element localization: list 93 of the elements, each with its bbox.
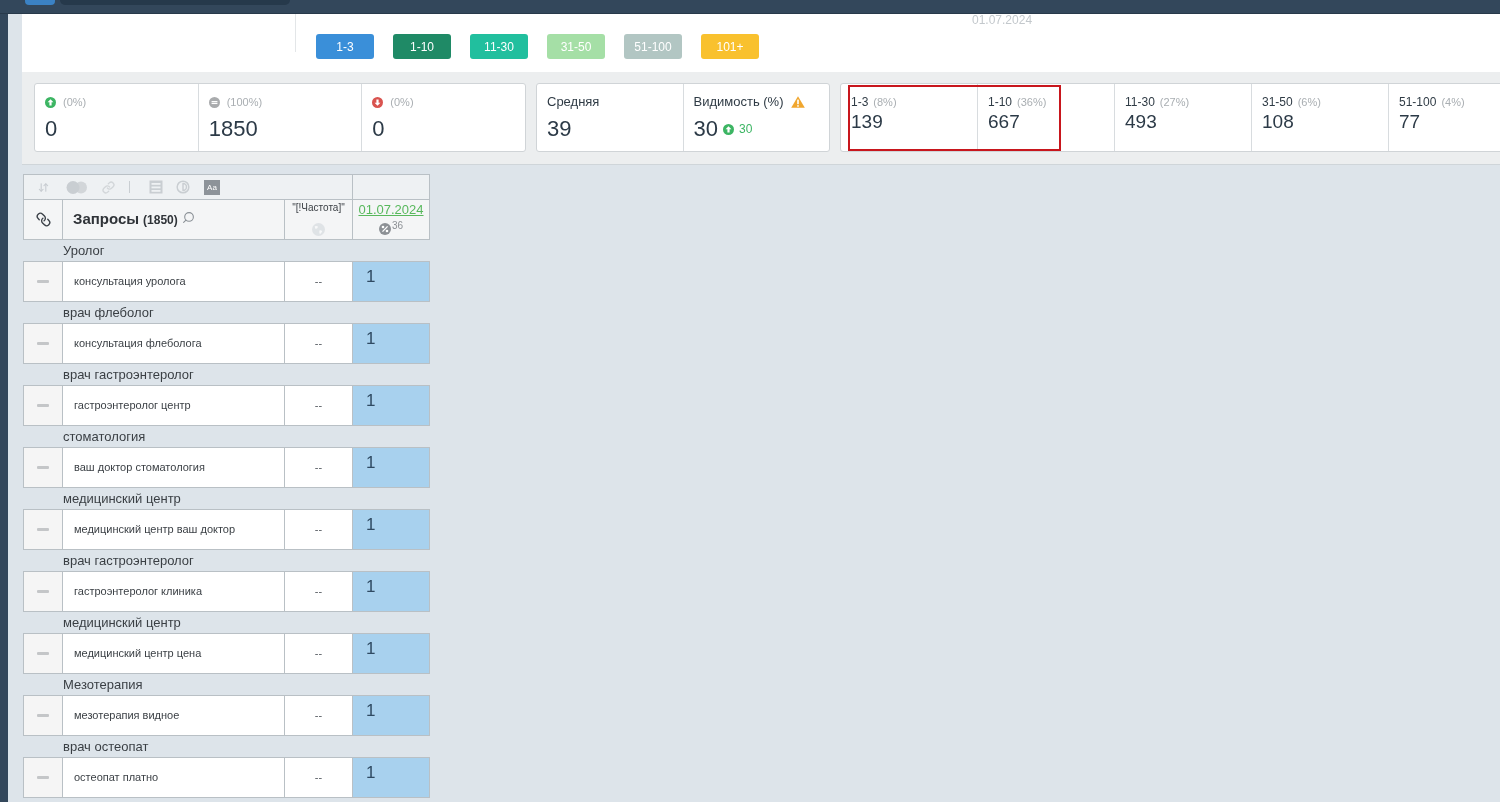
table-cell: ваш доктор стоматология bbox=[63, 448, 284, 487]
minus-icon[interactable] bbox=[37, 466, 49, 469]
table-cell: медицинский центр цена bbox=[63, 634, 284, 673]
table-cell: -- bbox=[285, 696, 352, 735]
minus-icon[interactable] bbox=[37, 528, 49, 531]
date-link[interactable]: 01.07.2024 bbox=[358, 202, 424, 218]
table-cell: остеопат платно bbox=[63, 758, 284, 797]
position-cell: 1 bbox=[353, 634, 429, 673]
count-value: 0 bbox=[372, 116, 385, 142]
sort-icon[interactable] bbox=[38, 181, 49, 193]
position-cell: 1 bbox=[353, 386, 429, 425]
count-value: 493 bbox=[1125, 111, 1157, 133]
position-cell: 1 bbox=[353, 262, 429, 301]
percent-label: (4%) bbox=[1441, 95, 1465, 109]
range-label: 31-50 bbox=[1262, 95, 1293, 109]
range-label: 1-3 bbox=[851, 95, 869, 109]
percent-label: (0%) bbox=[63, 95, 87, 109]
count-value: 667 bbox=[988, 111, 1020, 133]
table-cell: -- bbox=[285, 758, 352, 797]
link-icon[interactable] bbox=[35, 212, 51, 227]
column-title: Запросы bbox=[73, 209, 140, 230]
text-style-button[interactable]: Aa bbox=[204, 179, 220, 195]
column-title: "[!Частота]" bbox=[292, 202, 345, 214]
range-label: 1-10 bbox=[988, 95, 1013, 109]
range-button[interactable]: 51-100 bbox=[624, 34, 682, 59]
table-cell: -- bbox=[285, 324, 352, 363]
range-button[interactable]: 11-30 bbox=[470, 34, 528, 59]
minus-icon[interactable] bbox=[37, 280, 49, 283]
search-icon[interactable] bbox=[181, 211, 195, 224]
table-cell: -- bbox=[285, 510, 352, 549]
range-label: 51-100 bbox=[1399, 95, 1437, 109]
position-cell: 1 bbox=[353, 572, 429, 611]
count-value: 1850 bbox=[208, 116, 258, 142]
percent-label: (0%) bbox=[390, 95, 414, 109]
percent-label: (100%) bbox=[226, 95, 263, 109]
position-cell: 1 bbox=[353, 696, 429, 735]
table-cell: -- bbox=[285, 262, 352, 301]
table-cell: -- bbox=[285, 448, 352, 487]
minus-icon[interactable] bbox=[37, 590, 49, 593]
count-value: 139 bbox=[851, 111, 883, 133]
query-count: (1850) bbox=[143, 211, 178, 229]
range-button[interactable]: 1-3 bbox=[316, 34, 374, 59]
minus-icon[interactable] bbox=[37, 404, 49, 407]
table-cell: -- bbox=[285, 386, 352, 425]
minus-icon[interactable] bbox=[37, 342, 49, 345]
minus-icon[interactable] bbox=[37, 652, 49, 655]
range-button[interactable]: 101+ bbox=[701, 34, 759, 59]
date-label: 01.07.2024 bbox=[972, 14, 1033, 26]
minus-icon[interactable] bbox=[37, 714, 49, 717]
count-value: 77 bbox=[1399, 111, 1421, 133]
range-button[interactable]: 31-50 bbox=[547, 34, 605, 59]
group-label: Уролог bbox=[63, 242, 105, 259]
percent-label: (6%) bbox=[1297, 95, 1321, 109]
group-label: медицинский центр bbox=[63, 490, 181, 507]
contrast-icon[interactable] bbox=[176, 180, 190, 194]
group-label: врач гастроэнтеролог bbox=[63, 366, 194, 383]
top-button[interactable] bbox=[25, 0, 55, 5]
globe-icon bbox=[312, 223, 325, 236]
date-count: 36 bbox=[391, 220, 404, 231]
percent-label: (27%) bbox=[1159, 95, 1190, 109]
table-cell: гастроэнтеролог клиника bbox=[63, 572, 284, 611]
metric-value: 39 bbox=[547, 116, 572, 142]
position-cell: 1 bbox=[353, 448, 429, 487]
count-value: 108 bbox=[1262, 111, 1294, 133]
percent-icon bbox=[378, 223, 391, 235]
position-cell: 1 bbox=[353, 324, 429, 363]
table-cell: консультация уролога bbox=[63, 262, 284, 301]
group-label: медицинский центр bbox=[63, 614, 181, 631]
group-label: врач остеопат bbox=[63, 738, 149, 755]
table-cell: медицинский центр ваш доктор bbox=[63, 510, 284, 549]
group-label: врач гастроэнтеролог bbox=[63, 552, 194, 569]
change-value: 30 bbox=[739, 122, 753, 136]
metric-label: Видимость (%) bbox=[693, 94, 784, 110]
percent-label: (8%) bbox=[873, 95, 897, 109]
percent-label: (36%) bbox=[1017, 95, 1047, 109]
table-cell: -- bbox=[285, 572, 352, 611]
table-cell: гастроэнтеролог центр bbox=[63, 386, 284, 425]
minus-icon[interactable] bbox=[37, 776, 49, 779]
group-label: стоматология bbox=[63, 428, 146, 445]
count-value: 0 bbox=[45, 116, 58, 142]
toggle-icon[interactable] bbox=[66, 180, 88, 194]
group-label: Мезотерапия bbox=[63, 676, 143, 693]
group-label: врач флеболог bbox=[63, 304, 154, 321]
table-cell: мезотерапия видное bbox=[63, 696, 284, 735]
metric-label: Средняя bbox=[547, 94, 600, 110]
table-cell: -- bbox=[285, 634, 352, 673]
document-icon[interactable] bbox=[149, 180, 163, 194]
table-cell: консультация флеболога bbox=[63, 324, 284, 363]
metric-value: 30 bbox=[693, 116, 718, 142]
range-label: 11-30 bbox=[1125, 95, 1155, 109]
position-cell: 1 bbox=[353, 758, 429, 797]
position-cell: 1 bbox=[353, 510, 429, 549]
range-button[interactable]: 1-10 bbox=[393, 34, 451, 59]
